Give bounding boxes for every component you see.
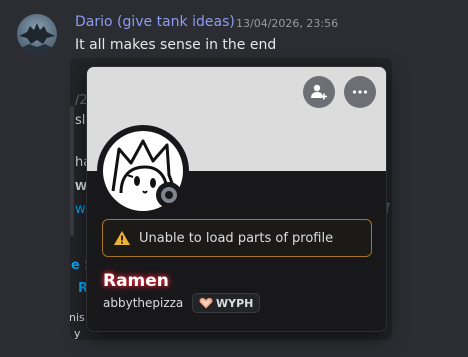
profile-username[interactable]: abbythepizza xyxy=(103,296,183,310)
profile-display-name: Ramen xyxy=(103,271,169,291)
profile-warning-banner: Unable to load parts of profile xyxy=(102,219,372,257)
guild-tag-text: WYPH xyxy=(216,296,254,310)
offline-status-icon xyxy=(161,187,177,203)
message-timestamp: 13/04/2026, 23:56 xyxy=(236,17,339,30)
more-options-icon xyxy=(352,90,368,94)
heart-icon xyxy=(199,298,213,309)
embed-fragment: nis xyxy=(69,311,85,324)
embed-fragment: sl xyxy=(75,113,86,128)
profile-popout: Unable to load parts of profile Ramen ab… xyxy=(86,66,387,332)
add-friend-icon xyxy=(311,84,327,100)
embed-fragment: y xyxy=(74,327,81,340)
add-friend-button[interactable] xyxy=(303,76,335,108)
message-avatar[interactable] xyxy=(17,14,57,54)
warning-icon xyxy=(114,231,130,245)
warning-text: Unable to load parts of profile xyxy=(139,230,334,246)
guild-tag-badge[interactable]: WYPH xyxy=(192,293,261,313)
message-content: It all makes sense in the end xyxy=(75,37,277,53)
more-options-button[interactable] xyxy=(344,76,376,108)
avatar-image xyxy=(19,23,55,54)
status-indicator xyxy=(156,182,182,208)
message-author[interactable]: Dario (give tank ideas) xyxy=(75,14,235,30)
embed-link[interactable]: w xyxy=(75,202,86,217)
